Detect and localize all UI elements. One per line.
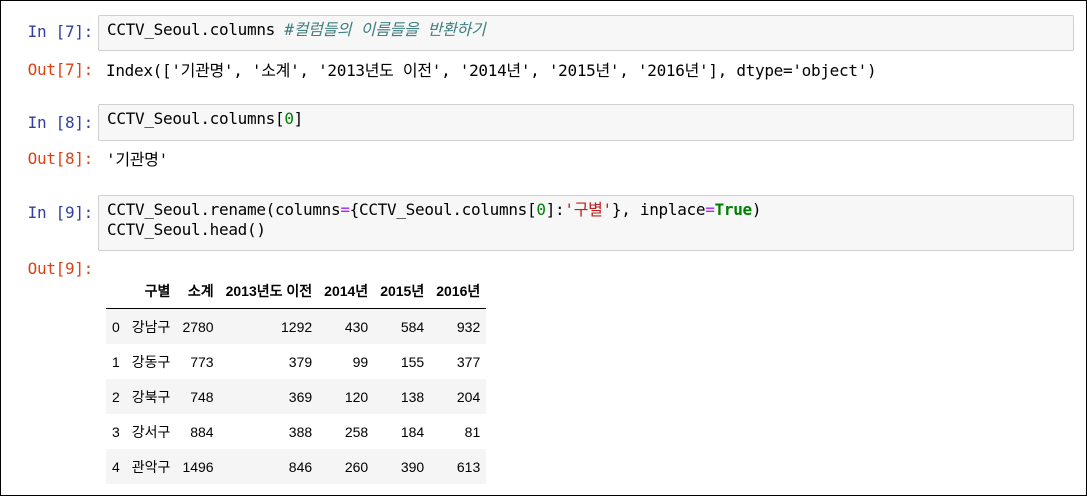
- column-header: 2013년도 이전: [219, 273, 319, 309]
- code-text: CCTV_Seoul.rename(columns: [107, 200, 341, 219]
- table-cell: 773: [190, 353, 214, 370]
- code-comment: #컬럼들의 이름들을 반환하기: [284, 20, 486, 39]
- code-cell-9[interactable]: CCTV_Seoul.rename(columns={CCTV_Seoul.co…: [98, 195, 1074, 251]
- table-header-row: 구별 소계 2013년도 이전 2014년 2015년 2016년: [106, 273, 487, 309]
- column-header: 2014년: [318, 273, 375, 309]
- table-cell: 강서구: [131, 423, 171, 440]
- column-header-index: [106, 273, 126, 309]
- code-text: ]: [293, 109, 304, 128]
- code-text: }, inplace: [611, 200, 706, 219]
- output-text-8: '기관명': [106, 150, 168, 169]
- table-cell: 강동구: [131, 353, 171, 370]
- table-cell: 388: [288, 423, 313, 440]
- row-index: 0: [112, 318, 120, 335]
- code-text: ]:: [545, 200, 565, 219]
- table-cell: 748: [190, 388, 214, 405]
- table-cell: 613: [456, 458, 481, 475]
- table-row: 4 관악구 1496 846 260 390 613: [106, 449, 487, 484]
- row-index: 2: [112, 388, 120, 405]
- output-text-7: Index(['기관명', '소계', '2013년도 이전', '2014년'…: [106, 61, 877, 80]
- code-number: 0: [536, 200, 546, 219]
- table-cell: 377: [456, 353, 481, 370]
- output-prompt-9: Out[9]:: [27, 259, 94, 278]
- code-line-2: CCTV_Seoul.head(): [107, 220, 266, 239]
- table-row: 3 강서구 884 388 258 184 81: [106, 414, 487, 449]
- table-cell: 584: [400, 318, 425, 335]
- table-row: 1 강동구 773 379 99 155 377: [106, 344, 487, 379]
- table-cell: 138: [400, 388, 425, 405]
- table-cell: 390: [400, 458, 425, 475]
- code-operator: =: [705, 200, 715, 219]
- dataframe-table: 구별 소계 2013년도 이전 2014년 2015년 2016년 0 강남구 …: [106, 273, 487, 484]
- table-cell: 204: [456, 388, 481, 405]
- code-text: ): [751, 200, 762, 219]
- table-cell: 1292: [281, 318, 313, 335]
- table-cell: 강남구: [131, 318, 171, 335]
- table-cell: 258: [344, 423, 369, 440]
- table-cell: 강북구: [131, 388, 171, 405]
- table-cell: 81: [464, 423, 481, 440]
- input-prompt-9: In [9]:: [27, 203, 94, 222]
- input-prompt-8: In [8]:: [27, 113, 94, 132]
- table-row: 0 강남구 2780 1292 430 584 932: [106, 308, 487, 344]
- code-text: CCTV_Seoul.columns: [107, 20, 285, 39]
- code-string: '구별': [564, 200, 612, 219]
- row-index: 4: [112, 458, 120, 475]
- output-prompt-7: Out[7]:: [27, 60, 94, 79]
- table-cell: 846: [288, 458, 313, 475]
- code-number: 0: [284, 109, 294, 128]
- table-cell: 1496: [182, 458, 214, 475]
- code-cell-7[interactable]: CCTV_Seoul.columns #컬럼들의 이름들을 반환하기: [98, 15, 1074, 51]
- table-cell: 932: [456, 318, 481, 335]
- column-header: 2016년: [430, 273, 487, 309]
- output-prompt-8: Out[8]:: [27, 149, 94, 168]
- code-text: {CCTV_Seoul.columns[: [349, 200, 537, 219]
- table-cell: 369: [288, 388, 313, 405]
- table-cell: 430: [344, 318, 369, 335]
- column-header: 소계: [176, 273, 220, 309]
- column-header: 구별: [125, 273, 177, 309]
- table-cell: 884: [190, 423, 214, 440]
- notebook-frame: In [7]: CCTV_Seoul.columns #컬럼들의 이름들을 반환…: [0, 0, 1087, 496]
- table-cell: 99: [352, 353, 369, 370]
- code-operator: =: [340, 200, 350, 219]
- table-cell: 관악구: [131, 458, 171, 475]
- code-keyword: True: [714, 200, 753, 219]
- row-index: 3: [112, 423, 120, 440]
- table-cell: 155: [400, 353, 425, 370]
- table-cell: 2780: [182, 318, 214, 335]
- code-cell-8[interactable]: CCTV_Seoul.columns[0]: [98, 104, 1074, 141]
- table-cell: 184: [400, 423, 425, 440]
- input-prompt-7: In [7]:: [27, 22, 94, 41]
- row-index: 1: [112, 353, 120, 370]
- table-cell: 120: [344, 388, 369, 405]
- code-text: CCTV_Seoul.columns[: [107, 109, 285, 128]
- table-row: 2 강북구 748 369 120 138 204: [106, 379, 487, 414]
- table-cell: 379: [288, 353, 313, 370]
- column-header: 2015년: [374, 273, 431, 309]
- code-line-1: CCTV_Seoul.rename(columns={CCTV_Seoul.co…: [107, 200, 1065, 220]
- table-cell: 260: [344, 458, 369, 475]
